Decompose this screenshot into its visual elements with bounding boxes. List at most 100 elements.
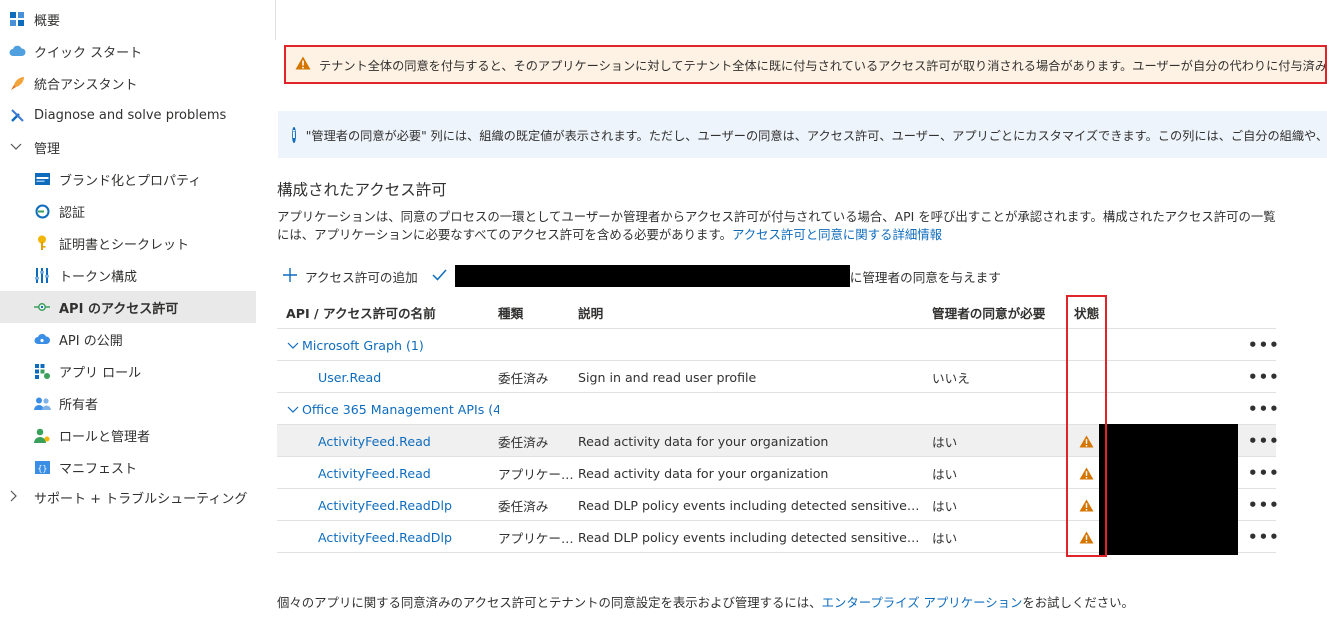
sidebar-item-authentication[interactable]: 認証	[0, 195, 256, 227]
section-description: アプリケーションは、同意のプロセスの一環としてユーザーか管理者からアクセス許可が…	[277, 208, 1287, 244]
redacted-status-block	[1099, 424, 1238, 555]
column-header-type[interactable]: 種類	[498, 296, 523, 328]
sidebar-item-label: サポート + トラブルシューティング	[34, 491, 248, 507]
group-expander[interactable]: Microsoft Graph (1)	[287, 329, 424, 361]
sidebar-item-overview[interactable]: 概要	[0, 3, 256, 35]
sidebar-item-quickstart[interactable]: クイック スタート	[0, 35, 256, 67]
sidebar-item-label: トークン構成	[59, 269, 138, 285]
admin-consent-required: はい	[932, 466, 958, 482]
permission-description: Sign in and read user profile	[578, 369, 757, 385]
manifest-icon: {}	[33, 458, 51, 476]
sidebar: 概要 クイック スタート 統合アシスタント Diagnose and solve…	[0, 0, 262, 621]
admin-consent-required: はい	[932, 434, 958, 450]
sidebar-item-branding[interactable]: ブランド化とプロパティ	[0, 163, 256, 195]
sidebar-item-expose-api[interactable]: API の公開	[0, 323, 256, 355]
table-row[interactable]: User.Read 委任済み Sign in and read user pro…	[277, 360, 1279, 393]
api-permissions-icon	[33, 298, 51, 316]
group-expander[interactable]: Office 365 Management APIs (4	[287, 393, 499, 425]
sidebar-item-label: 管理	[34, 141, 61, 157]
content-divider	[275, 0, 276, 40]
permission-description: Read DLP policy events including detecte…	[578, 497, 918, 513]
sidebar-item-certificates[interactable]: 証明書とシークレット	[0, 227, 256, 259]
key-icon	[33, 234, 51, 252]
wrench-icon	[8, 106, 26, 124]
chevron-right-icon	[10, 490, 24, 505]
owners-icon	[33, 394, 51, 412]
sidebar-item-manifest[interactable]: {} マニフェスト	[0, 451, 256, 483]
permission-name[interactable]: User.Read	[318, 361, 381, 393]
more-options-button[interactable]: •••	[1248, 521, 1280, 552]
permission-type: アプリケー…	[498, 530, 574, 546]
admin-consent-required: いいえ	[932, 370, 970, 386]
group-name[interactable]: Microsoft Graph (1)	[302, 338, 424, 353]
learn-more-link[interactable]: アクセス許可と同意に関する詳細情報	[732, 227, 942, 242]
sidebar-item-label: 証明書とシークレット	[59, 237, 190, 253]
chevron-down-icon	[287, 338, 299, 353]
permission-name[interactable]: ActivityFeed.ReadDlp	[318, 489, 452, 521]
sidebar-item-label: API の公開	[59, 333, 123, 349]
sidebar-item-label: 所有者	[59, 397, 99, 413]
warning-text: テナント全体の同意を付与すると、そのアプリケーションに対してテナント全体に既に付…	[319, 58, 1327, 73]
group-row-office365[interactable]: Office 365 Management APIs (4 •••	[277, 392, 1279, 425]
more-options-button[interactable]: •••	[1248, 361, 1280, 392]
sidebar-item-label: クイック スタート	[34, 45, 143, 61]
svg-text:{}: {}	[37, 464, 47, 473]
group-row-microsoft-graph[interactable]: Microsoft Graph (1) •••	[277, 328, 1279, 361]
sidebar-item-label: 統合アシスタント	[34, 77, 138, 93]
footer-note: 個々のアプリに関する同意済みのアクセス許可とテナントの同意設定を表示および管理す…	[277, 593, 1134, 611]
branding-icon	[33, 170, 51, 188]
column-header-name[interactable]: API / アクセス許可の名前	[286, 296, 436, 328]
info-icon: i	[292, 126, 296, 143]
more-options-button[interactable]: •••	[1248, 393, 1280, 424]
sidebar-item-token-config[interactable]: トークン構成	[0, 259, 256, 291]
permission-description: Read DLP policy events including detecte…	[578, 529, 918, 545]
overview-icon	[8, 10, 26, 28]
permission-type: 委任済み	[498, 434, 549, 450]
sidebar-item-label: アプリ ロール	[59, 365, 142, 381]
footer-suffix: をお試しください。	[1022, 595, 1134, 610]
page-title: 構成されたアクセス許可	[277, 181, 447, 199]
warning-icon	[295, 56, 311, 74]
sidebar-item-label: Diagnose and solve problems	[34, 107, 227, 123]
sidebar-item-label: ブランド化とプロパティ	[59, 173, 202, 189]
sidebar-item-roles-admins[interactable]: ロールと管理者	[0, 419, 256, 451]
sidebar-group-manage[interactable]: 管理	[0, 131, 256, 163]
permission-name[interactable]: ActivityFeed.Read	[318, 457, 431, 489]
sidebar-item-label: 概要	[34, 13, 61, 29]
grant-consent-label: に管理者の同意を与えます	[849, 269, 1001, 285]
sidebar-item-app-roles[interactable]: アプリ ロール	[0, 355, 256, 387]
permission-name[interactable]: ActivityFeed.Read	[318, 425, 431, 457]
permission-name[interactable]: ActivityFeed.ReadDlp	[318, 521, 452, 553]
more-options-button[interactable]: •••	[1248, 425, 1280, 456]
column-header-admin-consent[interactable]: 管理者の同意が必要	[932, 296, 1045, 328]
enterprise-apps-link[interactable]: エンタープライズ アプリケーション	[822, 595, 1023, 610]
group-name[interactable]: Office 365 Management APIs (4	[302, 402, 499, 417]
permission-description: Read activity data for your organization	[578, 465, 829, 481]
info-text: "管理者の同意が必要" 列には、組織の既定値が表示されます。ただし、ユーザーの同…	[305, 128, 1327, 143]
grant-admin-consent-button[interactable]: に管理者の同意を与えます	[418, 265, 1001, 287]
more-options-button[interactable]: •••	[1248, 489, 1280, 520]
more-options-button[interactable]: •••	[1248, 457, 1280, 488]
status-column-highlight	[1066, 295, 1107, 557]
chevron-down-icon	[10, 141, 24, 154]
redacted-tenant-name	[454, 265, 850, 287]
permission-description: Read activity data for your organization	[578, 433, 829, 449]
sidebar-item-integration-assistant[interactable]: 統合アシスタント	[0, 67, 256, 99]
sidebar-group-support[interactable]: サポート + トラブルシューティング	[0, 481, 256, 513]
quickstart-cloud-icon	[8, 42, 26, 60]
more-options-button[interactable]: •••	[1248, 329, 1280, 360]
sidebar-item-label: ロールと管理者	[59, 429, 151, 445]
sidebar-item-api-permissions[interactable]: API のアクセス許可	[0, 291, 256, 323]
admin-consent-required: はい	[932, 498, 958, 514]
toolbar: アクセス許可の追加 に管理者の同意を与えます	[283, 264, 1001, 288]
warning-banner: テナント全体の同意を付与すると、そのアプリケーションに対してテナント全体に既に付…	[284, 45, 1327, 84]
permission-type: 委任済み	[498, 370, 549, 386]
sidebar-item-diagnose[interactable]: Diagnose and solve problems	[0, 99, 256, 131]
permission-type: 委任済み	[498, 498, 549, 514]
roles-admins-icon	[33, 426, 51, 444]
sidebar-item-owners[interactable]: 所有者	[0, 387, 256, 419]
add-permission-button[interactable]: アクセス許可の追加	[283, 267, 418, 286]
rocket-icon	[8, 74, 26, 92]
column-header-description[interactable]: 説明	[578, 296, 603, 328]
info-banner: i "管理者の同意が必要" 列には、組織の既定値が表示されます。ただし、ユーザー…	[278, 111, 1327, 158]
